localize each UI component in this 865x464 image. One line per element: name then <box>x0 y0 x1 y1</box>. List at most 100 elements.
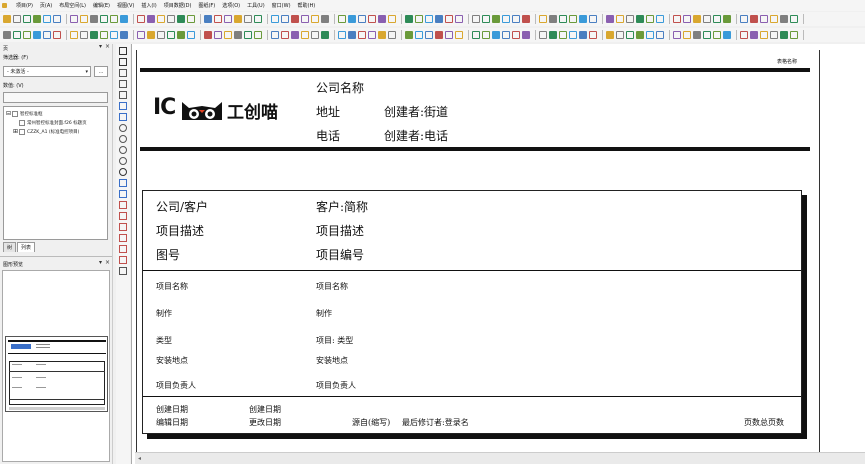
toolbar-button-icon[interactable] <box>271 15 279 23</box>
toolbar-button-icon[interactable] <box>626 15 634 23</box>
toolbar-button-icon[interactable] <box>120 31 128 39</box>
toolbar-button-icon[interactable] <box>502 15 510 23</box>
filter-dropdown[interactable]: - 未激活 - ▾ <box>3 66 91 77</box>
toolbar-button-icon[interactable] <box>214 15 222 23</box>
toolbar-button-icon[interactable] <box>147 15 155 23</box>
toolbar-button-icon[interactable] <box>321 31 329 39</box>
toolbar-button-icon[interactable] <box>53 15 61 23</box>
pin-icon[interactable]: ▾ <box>99 43 102 50</box>
toolbar-button-icon[interactable] <box>472 15 480 23</box>
toolbar-button-icon[interactable] <box>281 15 289 23</box>
toolbar-button-icon[interactable] <box>579 31 587 39</box>
toolbar-button-icon[interactable] <box>358 15 366 23</box>
toolbar-button-icon[interactable] <box>790 15 798 23</box>
toolbar-button-icon[interactable] <box>13 31 21 39</box>
toolbar-button-icon[interactable] <box>770 31 778 39</box>
toolbar-button-icon[interactable] <box>311 31 319 39</box>
toolbar-button-icon[interactable] <box>254 15 262 23</box>
toolbar-button-icon[interactable] <box>311 15 319 23</box>
toolbar-button-icon[interactable] <box>579 15 587 23</box>
toolbar-button-icon[interactable] <box>589 31 597 39</box>
toolbar-button-icon[interactable] <box>693 31 701 39</box>
menu-item-3[interactable]: 编辑(E) <box>93 2 110 9</box>
toolbar-button-icon[interactable] <box>388 15 396 23</box>
toolbar-button-icon[interactable] <box>482 15 490 23</box>
toolbar-button-icon[interactable] <box>338 15 346 23</box>
toolbar-button-icon[interactable] <box>549 31 557 39</box>
toolbar-button-icon[interactable] <box>656 31 664 39</box>
toolbar-button-icon[interactable] <box>492 15 500 23</box>
toolbar-button-icon[interactable] <box>301 15 309 23</box>
draw-tool-icon[interactable] <box>119 124 127 132</box>
toolbar-button-icon[interactable] <box>378 15 386 23</box>
toolbar-button-icon[interactable] <box>53 31 61 39</box>
menu-item-9[interactable]: 工具(U) <box>247 2 265 9</box>
close-icon[interactable]: × <box>105 259 110 266</box>
toolbar-button-icon[interactable] <box>559 15 567 23</box>
toolbar-button-icon[interactable] <box>770 15 778 23</box>
toolbar-button-icon[interactable] <box>157 15 165 23</box>
menu-item-1[interactable]: 页(A) <box>40 2 52 9</box>
toolbar-button-icon[interactable] <box>549 15 557 23</box>
toolbar-button-icon[interactable] <box>539 31 547 39</box>
toolbar-button-icon[interactable] <box>512 31 520 39</box>
toolbar-button-icon[interactable] <box>281 31 289 39</box>
toolbar-button-icon[interactable] <box>338 31 346 39</box>
close-icon[interactable]: × <box>105 43 110 50</box>
toolbar-button-icon[interactable] <box>120 15 128 23</box>
menu-item-5[interactable]: 插入(I) <box>141 2 156 9</box>
draw-tool-icon[interactable] <box>119 179 127 187</box>
toolbar-button-icon[interactable] <box>425 31 433 39</box>
toolbar-button-icon[interactable] <box>405 15 413 23</box>
toolbar-button-icon[interactable] <box>713 31 721 39</box>
toolbar-button-icon[interactable] <box>522 31 530 39</box>
toolbar-button-icon[interactable] <box>559 31 567 39</box>
toolbar-button-icon[interactable] <box>100 31 108 39</box>
toolbar-button-icon[interactable] <box>291 31 299 39</box>
toolbar-button-icon[interactable] <box>750 31 758 39</box>
toolbar-button-icon[interactable] <box>3 15 11 23</box>
toolbar-button-icon[interactable] <box>415 31 423 39</box>
toolbar-button-icon[interactable] <box>713 15 721 23</box>
draw-tool-icon[interactable] <box>119 69 127 77</box>
toolbar-button-icon[interactable] <box>723 15 731 23</box>
toolbar-button-icon[interactable] <box>224 31 232 39</box>
draw-tool-icon[interactable] <box>119 256 127 264</box>
toolbar-button-icon[interactable] <box>539 15 547 23</box>
toolbar-button-icon[interactable] <box>204 15 212 23</box>
toolbar-button-icon[interactable] <box>780 15 788 23</box>
tab-list[interactable]: 列表 <box>17 242 36 252</box>
toolbar-button-icon[interactable] <box>244 15 252 23</box>
toolbar-button-icon[interactable] <box>254 31 262 39</box>
toolbar-button-icon[interactable] <box>348 31 356 39</box>
menu-item-0[interactable]: 项目(P) <box>16 2 33 9</box>
menu-item-2[interactable]: 布局空间(L) <box>59 2 86 9</box>
toolbar-button-icon[interactable] <box>177 31 185 39</box>
toolbar-button-icon[interactable] <box>616 15 624 23</box>
toolbar-button-icon[interactable] <box>90 31 98 39</box>
toolbar-button-icon[interactable] <box>110 15 118 23</box>
toolbar-button-icon[interactable] <box>740 31 748 39</box>
toolbar-button-icon[interactable] <box>368 31 376 39</box>
toolbar-button-icon[interactable] <box>750 15 758 23</box>
toolbar-button-icon[interactable] <box>760 31 768 39</box>
toolbar-button-icon[interactable] <box>673 31 681 39</box>
toolbar-button-icon[interactable] <box>723 31 731 39</box>
toolbar-button-icon[interactable] <box>522 15 530 23</box>
toolbar-button-icon[interactable] <box>90 15 98 23</box>
toolbar-button-icon[interactable] <box>683 31 691 39</box>
toolbar-button-icon[interactable] <box>234 15 242 23</box>
toolbar-button-icon[interactable] <box>187 15 195 23</box>
toolbar-button-icon[interactable] <box>703 15 711 23</box>
toolbar-button-icon[interactable] <box>455 15 463 23</box>
draw-tool-icon[interactable] <box>119 135 127 143</box>
toolbar-button-icon[interactable] <box>291 15 299 23</box>
toolbar-button-icon[interactable] <box>204 31 212 39</box>
tree-node[interactable]: ⊟ 智控标准框 <box>6 109 107 118</box>
tree-node[interactable]: ⊞ CZZK_A1 (标准电控项目) <box>6 127 107 136</box>
toolbar-button-icon[interactable] <box>33 31 41 39</box>
toolbar-button-icon[interactable] <box>43 15 51 23</box>
draw-tool-icon[interactable] <box>119 80 127 88</box>
menu-item-11[interactable]: 帮助(H) <box>298 2 316 9</box>
toolbar-button-icon[interactable] <box>157 31 165 39</box>
